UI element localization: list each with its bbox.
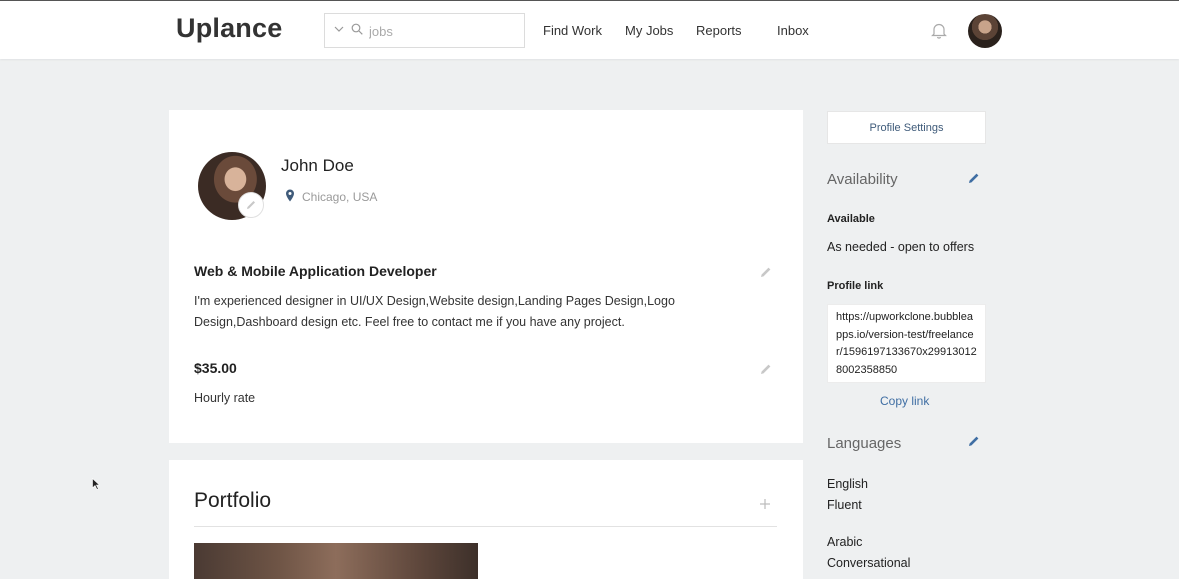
search-icon <box>351 23 363 35</box>
edit-languages-icon[interactable] <box>968 435 980 447</box>
portfolio-heading: Portfolio <box>194 489 272 512</box>
profile-title: Web & Mobile Application Developer <box>194 263 437 279</box>
edit-availability-icon[interactable] <box>968 172 980 184</box>
app-logo[interactable]: Uplance <box>176 13 282 44</box>
profile-bio: I'm experienced designer in UI/UX Design… <box>194 294 675 329</box>
user-avatar[interactable] <box>968 14 1002 48</box>
availability-heading: Availability <box>827 171 898 188</box>
language-name: English <box>827 477 868 491</box>
search-box[interactable] <box>324 13 525 48</box>
languages-heading: Languages <box>827 435 902 452</box>
availability-value: As needed - open to offers <box>827 240 975 254</box>
availability-label: Available <box>827 213 875 225</box>
hourly-rate-label: Hourly rate <box>194 391 256 405</box>
top-nav-bar: Uplance Find Work My Jobs Reports Inbox <box>0 0 1179 59</box>
nav-my-jobs[interactable]: My Jobs <box>625 23 673 38</box>
profile-link-url[interactable]: https://upworkclone.bubbleapps.io/versio… <box>827 304 986 383</box>
copy-link-button[interactable]: Copy link <box>880 394 929 408</box>
bell-icon[interactable] <box>931 22 947 39</box>
search-input[interactable] <box>369 20 519 42</box>
language-name: Arabic <box>827 535 863 549</box>
nav-reports[interactable]: Reports <box>696 23 742 38</box>
edit-title-icon[interactable] <box>760 266 772 278</box>
profile-link-label: Profile link <box>827 280 884 292</box>
profile-settings-button[interactable]: Profile Settings <box>827 111 986 144</box>
language-level: Fluent <box>827 498 862 512</box>
profile-location: Chicago, USA <box>302 190 378 204</box>
profile-name: John Doe <box>281 156 354 175</box>
edit-rate-icon[interactable] <box>760 363 772 375</box>
add-portfolio-icon[interactable] <box>759 498 771 510</box>
nav-find-work[interactable]: Find Work <box>543 23 602 38</box>
hourly-rate-value: $35.00 <box>194 360 237 376</box>
pencil-icon <box>247 201 255 209</box>
language-level: Conversational <box>827 556 911 570</box>
chevron-down-icon[interactable] <box>333 22 345 36</box>
nav-inbox[interactable]: Inbox <box>777 23 809 38</box>
edit-photo-button[interactable] <box>238 192 264 218</box>
mouse-cursor-icon <box>92 478 100 490</box>
portfolio-item-thumbnail[interactable] <box>194 543 478 579</box>
portfolio-divider <box>194 526 777 527</box>
location-pin-icon <box>286 189 294 202</box>
